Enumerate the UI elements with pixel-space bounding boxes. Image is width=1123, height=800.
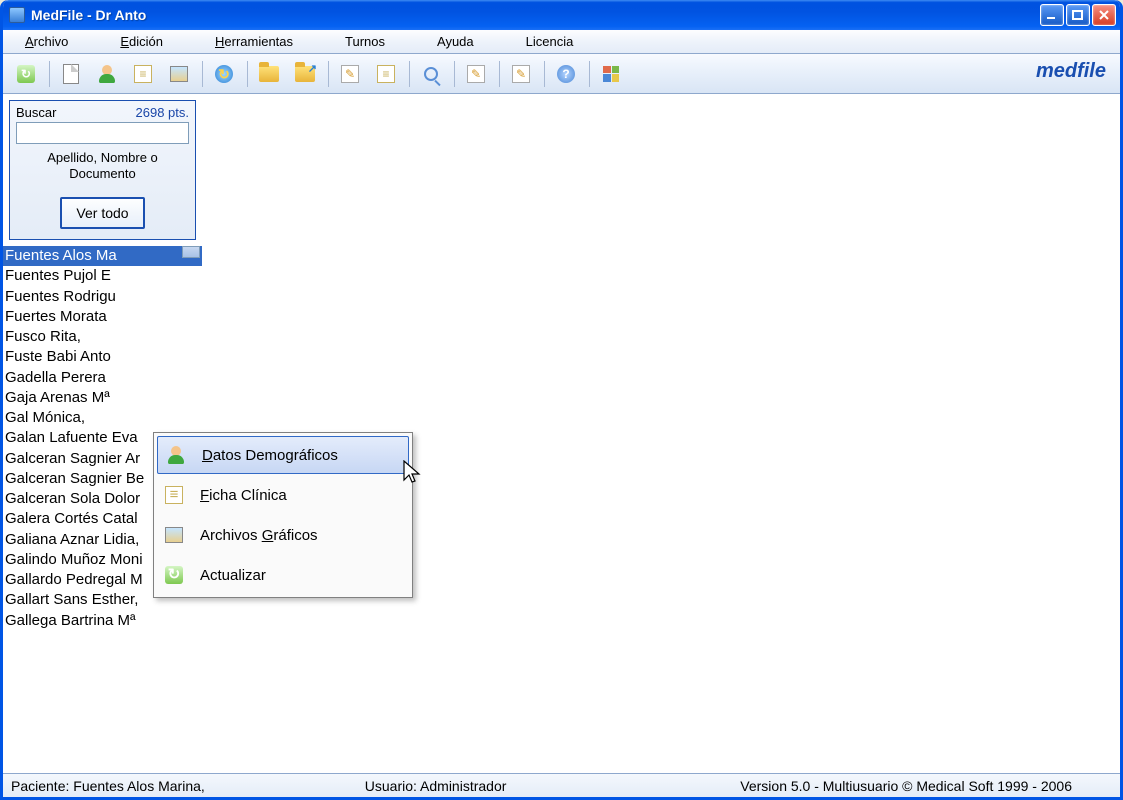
menu-herramientas[interactable]: Herramientas (201, 31, 307, 52)
status-paciente: Paciente: Fuentes Alos Marina, (11, 778, 205, 794)
search-panel: Buscar 2698 pts. Apellido, Nombre o Docu… (9, 100, 196, 240)
cm-archivos-graficos[interactable]: Archivos Gráficos (156, 515, 410, 555)
tb-edit2-button[interactable] (461, 59, 491, 89)
folder-open-icon (295, 66, 315, 82)
toolbar-separator (202, 61, 203, 87)
cm-actualizar[interactable]: Actualizar (156, 555, 410, 595)
edit-icon (467, 65, 485, 83)
tb-patient-button[interactable] (92, 59, 122, 89)
person-icon (167, 446, 185, 464)
edit-icon (512, 65, 530, 83)
tb-edit3-button[interactable] (506, 59, 536, 89)
tb-edit-button[interactable] (335, 59, 365, 89)
tb-windows-button[interactable] (596, 59, 626, 89)
tb-refresh-button[interactable] (11, 59, 41, 89)
refresh-icon (165, 566, 183, 584)
scroll-indicator[interactable] (182, 246, 200, 258)
tb-note-button[interactable] (128, 59, 158, 89)
ver-todo-button[interactable]: Ver todo (60, 197, 144, 229)
globe-icon (215, 65, 233, 83)
tb-web-button[interactable] (209, 59, 239, 89)
toolbar-separator (328, 61, 329, 87)
context-menu: Datos Demográficos Ficha Clínica Archivo… (153, 432, 413, 598)
note-icon (165, 486, 183, 504)
menu-ayuda[interactable]: Ayuda (423, 31, 488, 52)
tb-image-button[interactable] (164, 59, 194, 89)
cursor-icon (403, 460, 423, 488)
search-icon (424, 67, 438, 81)
cm-datos-demograficos[interactable]: Datos Demográficos (157, 436, 409, 474)
toolbar-separator (49, 61, 50, 87)
help-icon (557, 65, 575, 83)
list-item[interactable]: Gaja Arenas Mª (3, 388, 202, 408)
close-button[interactable] (1092, 4, 1116, 26)
list-item[interactable]: Gadella Perera (3, 368, 202, 388)
person-icon (98, 65, 116, 83)
image-icon (170, 66, 188, 82)
toolbar-separator (544, 61, 545, 87)
list-item[interactable]: Fuentes Rodrigu (3, 287, 202, 307)
note-icon (134, 65, 152, 83)
tb-help-button[interactable] (551, 59, 581, 89)
form-icon (377, 65, 395, 83)
patient-count: 2698 pts. (136, 105, 190, 120)
search-hint: Apellido, Nombre o Documento (16, 150, 189, 181)
tb-folder-button[interactable] (254, 59, 284, 89)
app-window: MedFile - Dr Anto Archivo Edición Herram… (0, 0, 1123, 800)
toolbar-separator (247, 61, 248, 87)
toolbar-separator (499, 61, 500, 87)
edit-icon (341, 65, 359, 83)
list-item[interactable]: Fuste Babi Anto (3, 347, 202, 367)
tb-form-button[interactable] (371, 59, 401, 89)
refresh-icon (17, 65, 35, 83)
menu-turnos[interactable]: Turnos (331, 31, 399, 52)
toolbar: medfile (3, 54, 1120, 94)
app-icon (9, 7, 25, 23)
windows-icon (603, 66, 619, 82)
tb-new-doc-button[interactable] (56, 59, 86, 89)
list-item[interactable]: Fusco Rita, (3, 327, 202, 347)
titlebar: MedFile - Dr Anto (3, 0, 1120, 30)
list-item[interactable]: Gal Mónica, (3, 408, 202, 428)
toolbar-separator (454, 61, 455, 87)
menubar: Archivo Edición Herramientas Turnos Ayud… (3, 30, 1120, 54)
toolbar-separator (409, 61, 410, 87)
status-usuario: Usuario: Administrador (365, 778, 507, 794)
menu-archivo[interactable]: Archivo (11, 31, 82, 52)
list-item[interactable]: Fuentes Pujol E (3, 266, 202, 286)
menu-licencia[interactable]: Licencia (512, 31, 588, 52)
statusbar: Paciente: Fuentes Alos Marina, Usuario: … (3, 773, 1120, 797)
toolbar-separator (589, 61, 590, 87)
search-input[interactable] (16, 122, 189, 144)
image-icon (165, 527, 183, 543)
cm-ficha-clinica[interactable]: Ficha Clínica (156, 475, 410, 515)
minimize-button[interactable] (1040, 4, 1064, 26)
content-area: Buscar 2698 pts. Apellido, Nombre o Docu… (3, 94, 1120, 773)
list-item[interactable]: Fuentes Alos Ma (3, 246, 202, 266)
list-item[interactable]: Fuertes Morata (3, 307, 202, 327)
tb-search-button[interactable] (416, 59, 446, 89)
tb-folder-open-button[interactable] (290, 59, 320, 89)
search-label: Buscar (16, 105, 56, 120)
status-version: Version 5.0 - Multiusuario © Medical Sof… (740, 778, 1072, 794)
maximize-button[interactable] (1066, 4, 1090, 26)
list-item[interactable]: Gallega Bartrina Mª (3, 611, 202, 631)
window-title: MedFile - Dr Anto (31, 7, 146, 23)
brand-logo: medfile (1036, 60, 1106, 83)
document-icon (63, 64, 79, 84)
menu-edicion[interactable]: Edición (106, 31, 177, 52)
folder-icon (259, 66, 279, 82)
